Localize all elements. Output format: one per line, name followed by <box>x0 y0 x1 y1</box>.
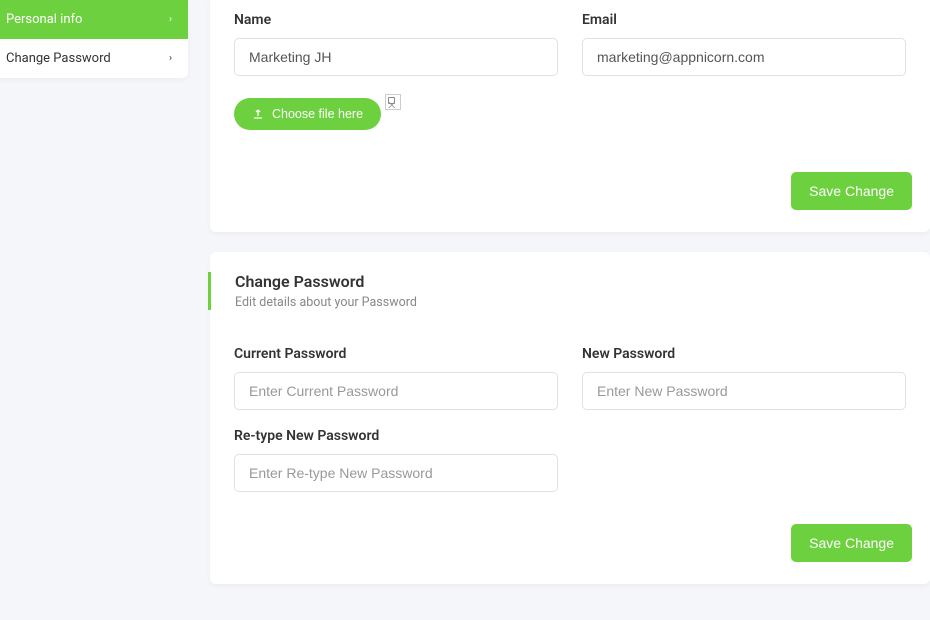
personal-info-card: Name Email Choose file here Save Change <box>210 0 930 232</box>
choose-file-label: Choose file here <box>272 107 363 121</box>
card-subtitle: Edit details about your Password <box>235 295 906 310</box>
retype-password-label: Re-type New Password <box>234 428 558 444</box>
name-input[interactable] <box>234 38 558 76</box>
sidebar-item-change-password[interactable]: Change Password › <box>0 39 188 78</box>
name-label: Name <box>234 12 558 28</box>
chevron-right-icon: › <box>169 53 172 64</box>
name-group: Name <box>234 12 558 76</box>
email-group: Email <box>582 12 906 76</box>
settings-sidebar: Personal info › Change Password › <box>0 0 188 78</box>
email-input[interactable] <box>582 38 906 76</box>
chevron-right-icon: › <box>169 14 172 25</box>
save-password-button[interactable]: Save Change <box>791 524 912 562</box>
current-password-group: Current Password <box>234 346 558 410</box>
new-password-group: New Password <box>582 346 906 410</box>
card-title: Change Password <box>235 272 906 291</box>
retype-password-input[interactable] <box>234 454 558 492</box>
new-password-label: New Password <box>582 346 906 362</box>
content-area: Name Email Choose file here Save Change … <box>188 0 930 620</box>
upload-icon <box>252 108 264 120</box>
avatar-broken-image-icon <box>385 94 401 110</box>
save-profile-button[interactable]: Save Change <box>791 172 912 210</box>
current-password-input[interactable] <box>234 372 558 410</box>
email-label: Email <box>582 12 906 28</box>
new-password-input[interactable] <box>582 372 906 410</box>
choose-file-button[interactable]: Choose file here <box>234 98 381 130</box>
retype-password-group: Re-type New Password <box>234 428 558 492</box>
sidebar-item-label: Personal info <box>6 12 82 27</box>
change-password-card: Change Password Edit details about your … <box>210 252 930 584</box>
sidebar-item-label: Change Password <box>6 51 111 66</box>
sidebar-item-personal-info[interactable]: Personal info › <box>0 0 188 39</box>
current-password-label: Current Password <box>234 346 558 362</box>
